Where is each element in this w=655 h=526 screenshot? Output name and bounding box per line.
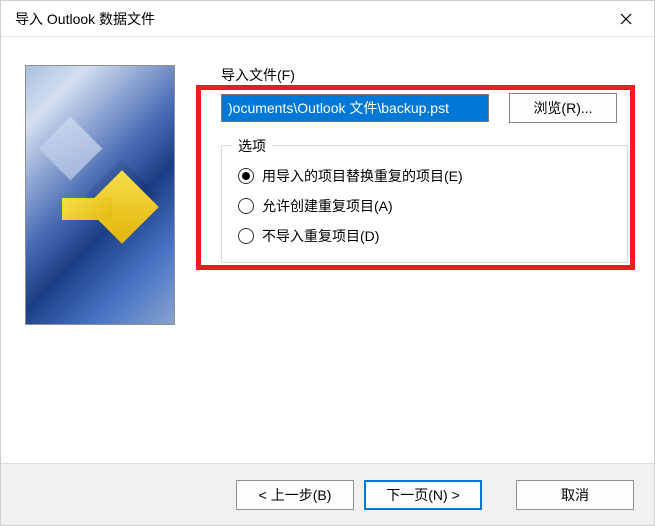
radio-label: 不导入重复项目(D) [262,226,379,246]
radio-replace-duplicates[interactable]: 用导入的项目替换重复的项目(E) [238,166,613,186]
close-button[interactable] [606,4,646,34]
file-row: 浏览(R)... [221,93,632,123]
import-file-label: 导入文件(F) [221,65,632,85]
wizard-right-pane: 导入文件(F) 浏览(R)... 选项 用导入的项目替换重复的项目(E) 允许创… [195,65,632,463]
radio-no-duplicates[interactable]: 不导入重复项目(D) [238,226,613,246]
close-icon [620,13,632,25]
radio-icon [238,168,254,184]
wizard-left-pane [25,65,195,463]
radio-label: 允许创建重复项目(A) [262,196,393,216]
radio-icon [238,198,254,214]
radio-allow-duplicates[interactable]: 允许创建重复项目(A) [238,196,613,216]
browse-button[interactable]: 浏览(R)... [509,93,617,123]
content-area: 导入文件(F) 浏览(R)... 选项 用导入的项目替换重复的项目(E) 允许创… [1,37,654,463]
file-path-input[interactable] [221,94,489,122]
radio-icon [238,228,254,244]
next-button[interactable]: 下一页(N) > [364,480,482,510]
wizard-footer: < 上一步(B) 下一页(N) > 取消 [1,463,654,525]
wizard-illustration [25,65,175,325]
cancel-button[interactable]: 取消 [516,480,634,510]
options-fieldset: 选项 用导入的项目替换重复的项目(E) 允许创建重复项目(A) 不导入重复项目(… [221,145,628,263]
window-title: 导入 Outlook 数据文件 [15,9,606,29]
options-legend: 选项 [232,136,272,156]
radio-label: 用导入的项目替换重复的项目(E) [262,166,463,186]
arrow-icon [62,198,112,220]
titlebar: 导入 Outlook 数据文件 [1,1,654,37]
dialog-window: 导入 Outlook 数据文件 导入文件(F) 浏览(R)... 选项 [0,0,655,526]
back-button[interactable]: < 上一步(B) [236,480,354,510]
